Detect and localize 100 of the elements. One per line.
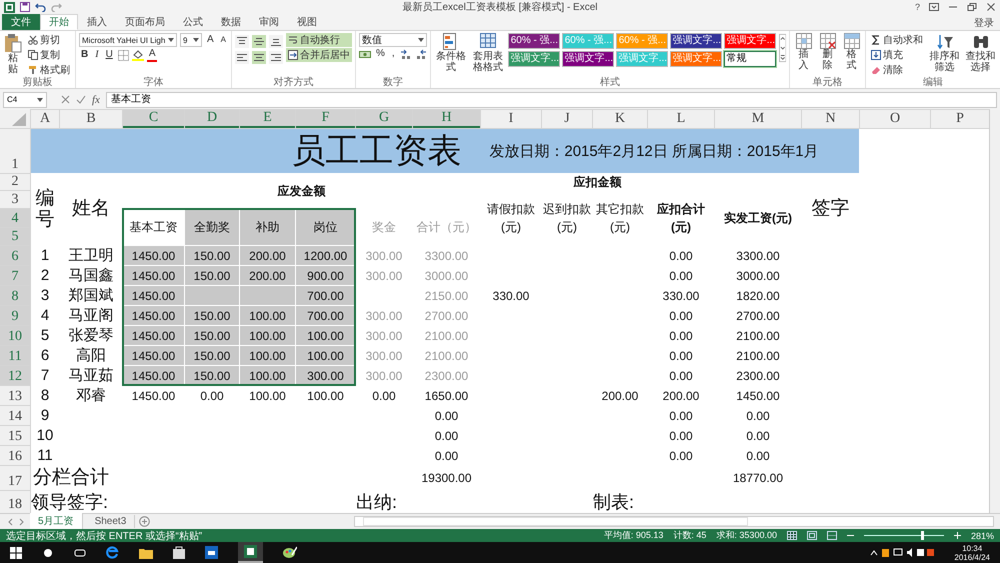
number-style-button[interactable]: % <box>374 48 387 60</box>
editing-button[interactable]: 填充 <box>869 48 925 62</box>
cell-style-swatch[interactable]: 强调文字... <box>562 51 614 67</box>
zoom-thumb[interactable] <box>920 531 924 540</box>
row-header[interactable]: 6 <box>0 246 30 265</box>
row-header[interactable]: 16 <box>0 446 30 465</box>
text-style-button[interactable]: B <box>79 49 90 61</box>
task-view-icon[interactable] <box>74 546 86 558</box>
cell-style-swatch[interactable]: 强调文字... <box>724 33 776 49</box>
row-header[interactable]: 4 <box>0 209 30 227</box>
column-header[interactable]: H <box>413 110 480 128</box>
column-header[interactable]: F <box>296 110 355 128</box>
ribbon-tab[interactable]: 数据 <box>212 14 250 30</box>
editing-button[interactable]: 查找和选择 <box>964 33 997 73</box>
row-header[interactable]: 12 <box>0 366 30 385</box>
cells-button[interactable]: 格式 <box>841 33 862 71</box>
align-icon[interactable] <box>252 51 266 64</box>
row-header[interactable]: 11 <box>0 346 30 365</box>
merge-center-button[interactable]: 合并后居中 <box>286 48 352 62</box>
column-header[interactable]: J <box>542 110 592 128</box>
close-icon[interactable] <box>986 3 996 11</box>
page-layout-icon[interactable] <box>806 531 817 540</box>
sheet-tab[interactable]: Sheet3 <box>86 515 136 528</box>
style-button[interactable]: 条件格式 <box>434 33 468 73</box>
save-icon[interactable] <box>20 2 30 12</box>
cells-button[interactable]: 插入 <box>793 33 814 71</box>
column-header[interactable]: I <box>481 110 541 128</box>
decimal-icon[interactable] <box>400 48 412 60</box>
zoom-in-icon[interactable] <box>954 532 961 539</box>
sheet-nav-icon[interactable] <box>6 518 26 526</box>
store-icon[interactable] <box>173 546 185 559</box>
horizontal-scrollbar[interactable] <box>354 516 994 527</box>
column-header[interactable]: O <box>860 110 930 128</box>
align-icon[interactable] <box>252 35 266 48</box>
browser-icon[interactable] <box>106 546 119 559</box>
column-header[interactable]: K <box>593 110 647 128</box>
font-size-button[interactable]: A <box>205 34 216 46</box>
row-header[interactable]: 1 <box>0 129 30 173</box>
text-style-button[interactable]: U <box>104 49 115 61</box>
style-button[interactable]: 套用表格格式 <box>470 33 505 73</box>
font-field[interactable]: Microsoft YaHei UI Ligh <box>79 33 177 47</box>
zoom-out-icon[interactable] <box>846 532 854 539</box>
cell-style-swatch[interactable]: 强调文字... <box>670 33 722 49</box>
decimal-icon[interactable] <box>414 48 427 60</box>
row-header[interactable]: 7 <box>0 266 30 285</box>
search-icon[interactable] <box>42 546 54 558</box>
row-header[interactable]: 3 <box>0 191 30 208</box>
taskbar-excel-button[interactable] <box>238 542 263 563</box>
ribbon-tab[interactable]: 插入 <box>78 14 116 30</box>
cell-style-swatch[interactable]: 强调文字... <box>508 51 560 67</box>
border-icon[interactable] <box>118 50 129 60</box>
column-header[interactable]: E <box>240 110 295 128</box>
column-header[interactable]: N <box>802 110 859 128</box>
paste-button[interactable]: 粘贴 <box>3 33 23 75</box>
align-icon[interactable] <box>269 35 284 48</box>
font-size-button[interactable]: A <box>218 34 228 46</box>
column-header[interactable]: D <box>185 110 239 128</box>
tray-icons-drawing[interactable] <box>870 547 934 558</box>
row-header[interactable]: 10 <box>0 326 30 345</box>
wrap-text-button[interactable]: 自动换行 <box>286 33 352 47</box>
font-size-field[interactable]: 9 <box>180 33 202 47</box>
page-break-icon[interactable] <box>826 531 837 540</box>
editing-button[interactable]: 清除 <box>869 63 925 77</box>
ribbon-tab[interactable]: 公式 <box>174 14 212 30</box>
add-sheet-icon[interactable] <box>139 516 150 527</box>
font-color-button[interactable]: A <box>146 48 158 62</box>
ribbon-display-icon[interactable] <box>929 3 939 11</box>
editing-button[interactable]: 排序和筛选 <box>928 33 961 73</box>
row-header[interactable]: 9 <box>0 306 30 325</box>
row-header[interactable]: 15 <box>0 426 30 445</box>
gallery-scroll-icon[interactable] <box>778 33 786 63</box>
editing-button[interactable]: 自动求和 <box>869 33 925 47</box>
insert-function-button[interactable]: fx <box>92 94 100 106</box>
help-button[interactable]: ? <box>914 2 920 12</box>
row-header[interactable]: 18 <box>0 491 30 513</box>
number-style-button[interactable]: , <box>390 48 397 60</box>
ribbon-tab[interactable]: 页面布局 <box>116 14 174 30</box>
restore-icon[interactable] <box>967 3 977 11</box>
column-header[interactable]: A <box>31 110 59 128</box>
row-header[interactable]: 2 <box>0 174 30 190</box>
sign-in-link[interactable]: 登录 <box>968 14 1000 30</box>
undo-icon[interactable] <box>35 2 46 12</box>
column-header[interactable]: C <box>123 110 184 128</box>
column-header[interactable]: M <box>715 110 801 128</box>
cell-style-swatch[interactable]: 常规 <box>724 51 776 67</box>
align-icon[interactable] <box>235 35 250 48</box>
fill-color-icon[interactable] <box>132 49 144 61</box>
cell-style-swatch[interactable]: 60% - 强... <box>508 33 560 49</box>
ribbon-tab[interactable]: 开始 <box>40 14 78 30</box>
folder-icon[interactable] <box>139 546 153 558</box>
align-icon[interactable] <box>235 51 250 64</box>
currency-icon[interactable] <box>359 48 372 60</box>
row-header[interactable]: 5 <box>0 228 30 245</box>
row-header[interactable]: 14 <box>0 406 30 425</box>
normal-view-icon[interactable] <box>786 531 797 540</box>
column-header[interactable]: G <box>356 110 412 128</box>
align-icon[interactable] <box>269 51 284 64</box>
clipboard-button[interactable]: 剪切 <box>26 33 72 47</box>
number-format-field[interactable]: 数值 <box>359 33 428 47</box>
app-icon[interactable] <box>205 546 218 559</box>
